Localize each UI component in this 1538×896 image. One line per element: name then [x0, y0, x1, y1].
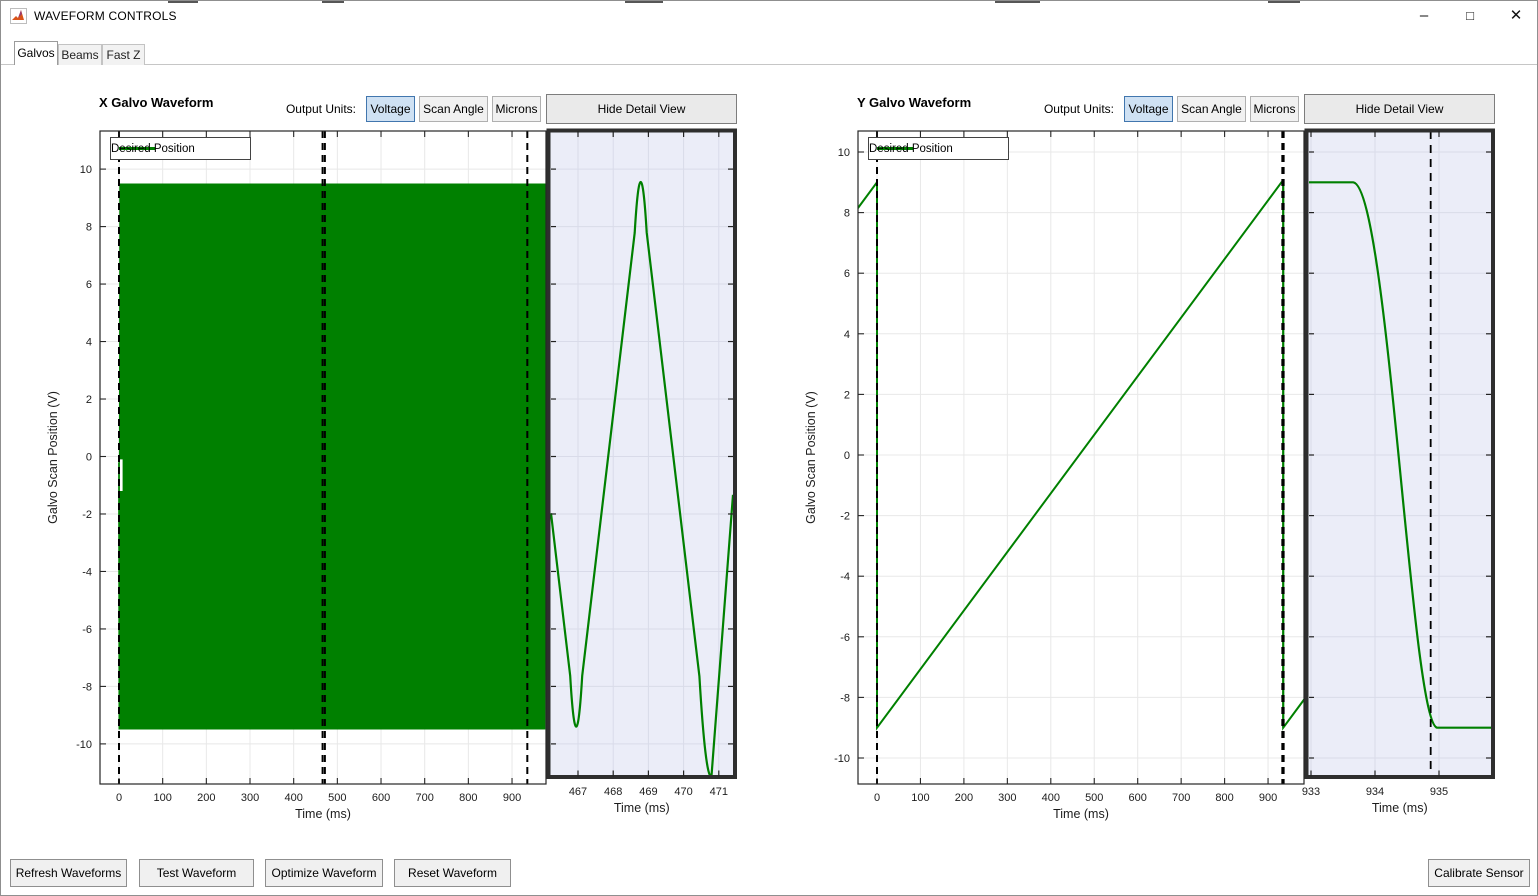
legend: Desired Position — [110, 137, 251, 160]
reset-waveform-button[interactable]: Reset Waveform — [394, 859, 511, 887]
y-galvo-panel: Y Galvo Waveform Output Units: Voltage S… — [758, 0, 1538, 896]
legend-label: Desired Position — [869, 143, 953, 155]
maximize-button[interactable]: □ — [1447, 0, 1493, 32]
scan-angle-button[interactable]: Scan Angle — [1177, 96, 1246, 122]
tab-fast-z[interactable]: Fast Z — [102, 44, 145, 65]
tab-beams[interactable]: Beams — [58, 44, 102, 65]
screen-edge-artifact — [168, 0, 198, 3]
test-waveform-button[interactable]: Test Waveform — [139, 859, 254, 887]
screen-edge-artifact — [995, 0, 1040, 3]
voltage-button[interactable]: Voltage — [366, 96, 415, 122]
matlab-app-icon — [10, 8, 27, 24]
title-bar: WAVEFORM CONTROLS – □ ✕ — [0, 0, 1538, 32]
microns-button[interactable]: Microns — [1250, 96, 1299, 122]
scan-angle-button[interactable]: Scan Angle — [419, 96, 488, 122]
screen-edge-artifact — [625, 0, 663, 3]
close-button[interactable]: ✕ — [1493, 0, 1538, 32]
x-plot-title: X Galvo Waveform — [99, 95, 213, 110]
hide-detail-view-button[interactable]: Hide Detail View — [546, 94, 737, 124]
screen-edge-artifact — [322, 0, 344, 3]
microns-button[interactable]: Microns — [492, 96, 541, 122]
output-units-label: Output Units: — [984, 102, 1114, 116]
y-plot-title: Y Galvo Waveform — [857, 95, 971, 110]
tab-strip-baseline — [0, 64, 1538, 65]
refresh-waveforms-button[interactable]: Refresh Waveforms — [10, 859, 127, 887]
tab-galvos[interactable]: Galvos — [14, 41, 58, 65]
legend: Desired Position — [868, 137, 1009, 160]
legend-label: Desired Position — [111, 143, 195, 155]
calibrate-sensor-button[interactable]: Calibrate Sensor — [1428, 859, 1530, 887]
hide-detail-view-button[interactable]: Hide Detail View — [1304, 94, 1495, 124]
voltage-button[interactable]: Voltage — [1124, 96, 1173, 122]
output-units-label: Output Units: — [226, 102, 356, 116]
screen-edge-artifact — [1268, 0, 1300, 3]
minimize-button[interactable]: – — [1401, 0, 1447, 32]
window-title: WAVEFORM CONTROLS — [34, 9, 177, 23]
x-galvo-panel: X Galvo Waveform Output Units: Voltage S… — [0, 0, 780, 896]
optimize-waveform-button[interactable]: Optimize Waveform — [265, 859, 383, 887]
